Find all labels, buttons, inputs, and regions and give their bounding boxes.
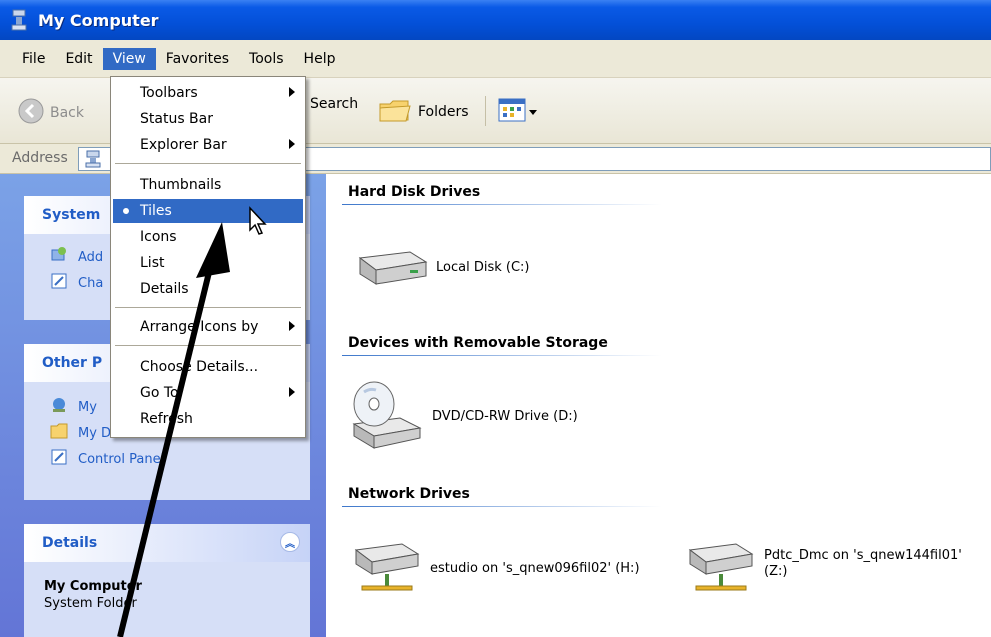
view-menu-tiles[interactable]: Tiles [113, 199, 303, 223]
network-drive-h[interactable]: estudio on 's_qnew096fil02' (H:) [352, 538, 640, 600]
menu-item-label: Details [140, 281, 189, 297]
group-divider [342, 204, 662, 205]
search-label: Search [310, 96, 359, 112]
task-link-label: Cha [78, 275, 104, 291]
menu-bar: File Edit View Favorites Tools Help [0, 40, 991, 78]
cd-drive-icon [350, 380, 424, 454]
add-remove-programs-icon [50, 246, 68, 268]
network-drive-icon [686, 538, 756, 600]
view-menu-status-bar[interactable]: Status Bar [113, 107, 303, 131]
view-menu-list[interactable]: List [113, 251, 303, 275]
address-label: Address [12, 150, 68, 166]
menu-separator [115, 307, 301, 308]
menu-help[interactable]: Help [294, 48, 346, 70]
drive-label: DVD/CD-RW Drive (D:) [432, 409, 578, 424]
my-computer-icon [8, 8, 30, 32]
submenu-arrow-icon [289, 321, 295, 331]
menu-item-label: Status Bar [140, 111, 214, 127]
collapse-chevron-icon[interactable]: ︽ [280, 532, 300, 552]
menu-item-label: Toolbars [140, 85, 198, 101]
drive-label: estudio on 's_qnew096fil02' (H:) [430, 561, 640, 576]
menu-item-label: Go To [140, 385, 179, 401]
task-link-label: Add [78, 249, 104, 265]
toolbar-separator [485, 96, 486, 126]
folders-button[interactable]: Folders [378, 96, 469, 128]
folder-icon [50, 423, 68, 443]
submenu-arrow-icon [289, 139, 295, 149]
details-box: Details ︽ My Computer System Folder [24, 524, 310, 637]
details-type: System Folder [44, 596, 137, 611]
place-link-label: My [78, 399, 97, 415]
views-icon [498, 98, 526, 126]
folders-label: Folders [418, 104, 469, 120]
details-title: Details [42, 535, 98, 551]
view-menu-toolbars[interactable]: Toolbars [113, 81, 303, 105]
selected-bullet-icon [123, 208, 129, 214]
submenu-arrow-icon [289, 87, 295, 97]
menu-item-label: Tiles [140, 203, 172, 219]
menu-item-label: Icons [140, 229, 177, 245]
view-menu-thumbnails[interactable]: Thumbnails [113, 173, 303, 197]
search-button[interactable]: Search [310, 96, 358, 112]
group-divider [342, 355, 662, 356]
submenu-arrow-icon [289, 387, 295, 397]
drive-label-line-1: Pdtc_Dmc on 's_qnew144fil01' [764, 548, 962, 563]
view-menu-explorer-bar[interactable]: Explorer Bar [113, 133, 303, 157]
drive-label-line-2: (Z:) [764, 564, 788, 579]
hard-disk-icon [352, 244, 428, 292]
menu-item-label: Explorer Bar [140, 137, 227, 153]
menu-view[interactable]: View [102, 47, 156, 70]
details-header[interactable]: Details ︽ [24, 524, 310, 562]
menu-item-label: Refresh [140, 411, 193, 427]
view-menu-details[interactable]: Details [113, 277, 303, 301]
menu-separator [115, 163, 301, 164]
group-divider [342, 506, 662, 507]
title-bar[interactable]: My Computer [0, 0, 991, 40]
menu-separator [115, 345, 301, 346]
folders-icon [378, 96, 412, 128]
menu-item-label: Arrange Icons by [140, 319, 259, 335]
view-menu-refresh[interactable]: Refresh [113, 407, 303, 431]
menu-item-label: List [140, 255, 165, 271]
system-tasks-title: System [42, 207, 101, 223]
back-button[interactable]: Back [18, 98, 84, 128]
drive-label: Local Disk (C:) [436, 260, 530, 275]
group-header-hard-disks: Hard Disk Drives [348, 184, 481, 200]
menu-file[interactable]: File [12, 48, 55, 70]
file-list-pane: Hard Disk Drives Local Disk (C:) Devices… [326, 174, 991, 637]
place-link-control-panel[interactable]: Control Panel [24, 446, 310, 472]
view-menu-dropdown: Toolbars Status Bar Explorer Bar Thumbna… [110, 76, 306, 438]
view-menu-go-to[interactable]: Go To [113, 381, 303, 405]
menu-item-label: Thumbnails [140, 177, 222, 193]
network-drive-icon [352, 538, 422, 600]
back-arrow-icon [18, 98, 44, 128]
network-drive-z[interactable]: Pdtc_Dmc on 's_qnew144fil01' (Z:) [686, 538, 962, 600]
chevron-down-icon [529, 105, 537, 120]
network-icon [50, 396, 68, 418]
window-title: My Computer [38, 10, 159, 30]
drive-label: Pdtc_Dmc on 's_qnew144fil01' (Z:) [764, 548, 962, 580]
view-menu-choose-details[interactable]: Choose Details... [113, 355, 303, 379]
view-menu-arrange-icons-by[interactable]: Arrange Icons by [113, 315, 303, 339]
place-link-label: Control Panel [78, 451, 165, 467]
menu-favorites[interactable]: Favorites [156, 48, 239, 70]
menu-tools[interactable]: Tools [239, 48, 294, 70]
group-header-removable: Devices with Removable Storage [348, 335, 608, 351]
control-panel-icon [50, 448, 68, 470]
menu-edit[interactable]: Edit [55, 48, 102, 70]
drive-local-disk-c[interactable]: Local Disk (C:) [352, 244, 529, 292]
details-name: My Computer [44, 579, 142, 594]
views-button[interactable] [498, 98, 537, 126]
control-panel-icon [50, 272, 68, 294]
group-header-network-drives: Network Drives [348, 486, 470, 502]
view-menu-icons[interactable]: Icons [113, 225, 303, 249]
other-places-title: Other P [42, 355, 103, 371]
drive-dvd-cdrw-d[interactable]: DVD/CD-RW Drive (D:) [350, 380, 578, 454]
back-label: Back [50, 105, 84, 121]
computer-icon [85, 150, 101, 172]
mouse-cursor-icon [248, 206, 268, 240]
menu-item-label: Choose Details... [140, 359, 259, 375]
